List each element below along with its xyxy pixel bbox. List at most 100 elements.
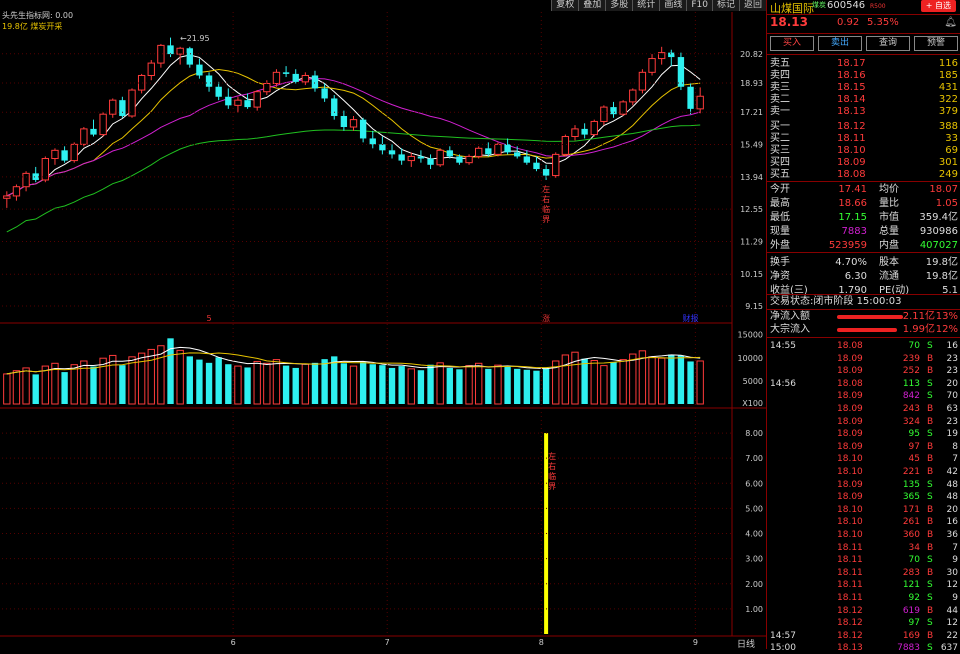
kline-chart[interactable]: 20.82 18.93 17.21 15.49 13.94 12.55 11.29 10.15…: [0, 0, 766, 649]
volume-bar: [359, 361, 367, 404]
candle-body: [331, 98, 338, 116]
quote-stat-row: 现量 7883 总量 930986: [767, 226, 960, 238]
signal-label-char: 界: [548, 482, 556, 491]
bell-icon[interactable]: 🔔︎: [944, 17, 957, 28]
tick-row: 18.09 97 B 8: [767, 441, 960, 453]
level-price: 18.12: [837, 121, 866, 132]
volume-bar: [61, 372, 68, 404]
tick-row: 18.12 619 B 44: [767, 605, 960, 617]
stat-label: 现量: [770, 226, 790, 237]
candle-body: [359, 119, 367, 139]
tick-side: B: [927, 542, 934, 553]
volume-bar: [523, 369, 531, 404]
signal-tag-char: 左: [542, 184, 550, 194]
candle-body: [80, 128, 88, 145]
indicator-axis-label: 1.00: [745, 605, 763, 614]
period-label[interactable]: 日线: [737, 637, 755, 650]
level-volume: 431: [938, 82, 958, 93]
tick-price: 18.10: [837, 517, 863, 528]
tick-price: 18.08: [837, 378, 863, 389]
stat-value: 7883: [841, 226, 867, 237]
candle-body: [51, 149, 59, 160]
toolbar-button[interactable]: 返回: [738, 0, 766, 11]
flow-label: 大宗流入: [770, 324, 810, 335]
toolbar-button[interactable]: 统计: [632, 0, 660, 11]
volume-bar: [696, 360, 704, 405]
tick-row: 14:56 18.08 113 S 20: [767, 378, 960, 390]
candle-body: [590, 120, 598, 136]
volume-bar: [657, 357, 666, 405]
bid-row: 买五 18.08 249: [767, 169, 960, 181]
event-marker: 财报: [683, 313, 699, 323]
candle-body: [61, 150, 68, 161]
toolbar-button[interactable]: 画线: [659, 0, 687, 11]
tick-price: 18.12: [837, 618, 863, 629]
signal-tag-char: 界: [542, 215, 550, 224]
stat-label: 换手: [770, 257, 790, 268]
tick-volume: 92: [908, 593, 920, 603]
candle-body: [465, 155, 473, 164]
buy-button[interactable]: 买入: [770, 36, 814, 51]
tick-count: 12: [946, 618, 958, 629]
bid-row: 买一 18.12 388: [767, 121, 960, 133]
tick-row: 18.09 243 B 63: [767, 403, 960, 415]
stat-value: 17.41: [838, 184, 867, 195]
volume-bar: [610, 361, 617, 404]
tick-row: 14:57 18.12 169 B 22: [767, 630, 960, 642]
tick-side: B: [927, 630, 934, 641]
tick-time: 15:00: [770, 643, 796, 654]
chart-area[interactable]: 20.82 18.93 17.21 15.49 13.94 12.55 11.29 10.15…: [0, 0, 766, 650]
volume-bar: [137, 352, 146, 405]
quote-stat-row: 换手 4.70% 股本 19.8亿: [767, 257, 960, 269]
tick-volume: 283: [902, 567, 920, 578]
tick-count: 19: [946, 429, 958, 440]
candle-body: [388, 150, 396, 155]
tick-side: S: [927, 479, 933, 490]
candle-body: [282, 72, 290, 74]
toolbar-button[interactable]: 多股: [605, 0, 633, 11]
bid-row: 买四 18.09 301: [767, 157, 960, 169]
tick-side: B: [927, 353, 934, 364]
tick-volume: 252: [902, 366, 920, 377]
level-label: 卖一: [770, 106, 790, 117]
tick-count: 12: [946, 580, 958, 591]
indicator-axis-label: 6.00: [745, 479, 763, 488]
price-axis-label: 11.29: [740, 238, 763, 247]
volume-bar: [465, 365, 473, 405]
stat-value: 930986: [919, 226, 958, 237]
tick-time: 14:56: [770, 378, 796, 389]
volume-bar: [263, 362, 271, 405]
tick-row: 18.11 92 S 9: [767, 592, 960, 604]
level-price: 18.11: [837, 133, 866, 144]
add-favorite-button[interactable]: + 自选: [920, 0, 956, 12]
toolbar-button[interactable]: 标记: [711, 0, 739, 11]
candle-body: [90, 128, 97, 135]
trade-buttons: 买入 卖出 查询 预警: [770, 36, 958, 51]
level-volume: 249: [938, 169, 958, 180]
alert-button[interactable]: 预警: [914, 36, 958, 51]
candle-body: [561, 136, 570, 155]
toolbar-button[interactable]: 复权: [551, 0, 579, 11]
tick-row: 18.10 221 B 42: [767, 466, 960, 478]
volume-bar: [494, 364, 502, 405]
level-price: 18.16: [837, 70, 866, 81]
tick-count: 48: [946, 492, 958, 503]
volume-bar: [687, 361, 694, 404]
toolbar-button[interactable]: F10: [686, 0, 712, 11]
stat-label: 今开: [770, 184, 790, 195]
tick-count: 23: [946, 416, 958, 427]
candle-body: [696, 95, 704, 110]
volume-bar: [369, 364, 376, 404]
tick-count: 9: [952, 593, 958, 603]
query-button[interactable]: 查询: [866, 36, 910, 51]
candle-body: [446, 150, 453, 157]
stat-value: 17.15: [838, 212, 867, 223]
sell-button[interactable]: 卖出: [818, 36, 862, 51]
level-label: 买三: [770, 145, 790, 156]
volume-bar: [436, 362, 444, 405]
volume-bar: [176, 349, 184, 405]
price-axis-label: 15.49: [740, 141, 763, 150]
stat-value: 5.1: [942, 285, 958, 296]
toolbar-button[interactable]: 叠加: [578, 0, 606, 11]
tick-side: B: [927, 441, 934, 452]
